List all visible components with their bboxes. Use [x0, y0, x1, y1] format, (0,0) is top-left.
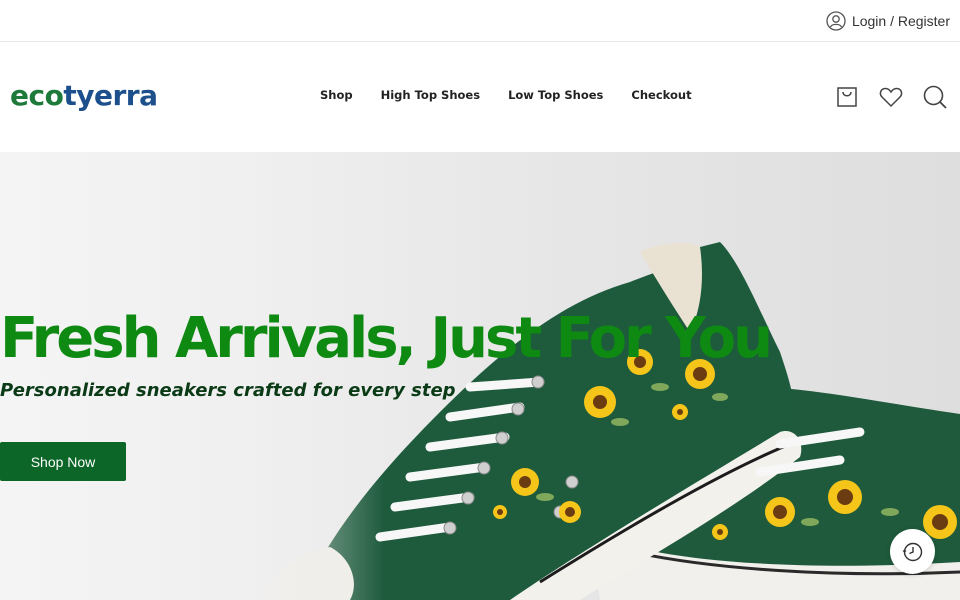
- nav-item-checkout[interactable]: Checkout: [631, 88, 691, 102]
- nav-item-high-top-shoes[interactable]: High Top Shoes: [381, 88, 480, 102]
- site-logo[interactable]: ecotyerra: [10, 78, 158, 114]
- nav-item-shop[interactable]: Shop: [320, 88, 353, 102]
- login-register-link[interactable]: Login / Register: [826, 10, 950, 32]
- hero-title: Fresh Arrivals, Just For You: [0, 306, 773, 371]
- user-icon: [826, 11, 846, 31]
- hero-banner: Fresh Arrivals, Just For You Personalize…: [0, 152, 960, 600]
- main-nav: Shop High Top Shoes Low Top Shoes Checko…: [320, 88, 692, 102]
- login-register-label: Login / Register: [851, 13, 950, 29]
- history-clock-icon: [902, 542, 922, 561]
- sneakers-image: [0, 152, 960, 600]
- search-icon[interactable]: [922, 84, 948, 110]
- heart-icon[interactable]: [878, 84, 904, 110]
- hero-subtitle: Personalized sneakers crafted for every …: [0, 380, 456, 401]
- nav-item-low-top-shoes[interactable]: Low Top Shoes: [508, 88, 603, 102]
- top-bar: Login / Register: [0, 0, 960, 42]
- site-header: ecotyerra Shop High Top Shoes Low Top Sh…: [0, 42, 960, 152]
- header-icons: [834, 84, 948, 110]
- logo-eco: eco: [10, 79, 64, 112]
- recently-viewed-button[interactable]: [890, 529, 935, 574]
- logo-tyerra: tyerra: [63, 79, 158, 112]
- shop-now-button[interactable]: Shop Now: [0, 442, 126, 481]
- cart-icon[interactable]: [834, 84, 860, 110]
